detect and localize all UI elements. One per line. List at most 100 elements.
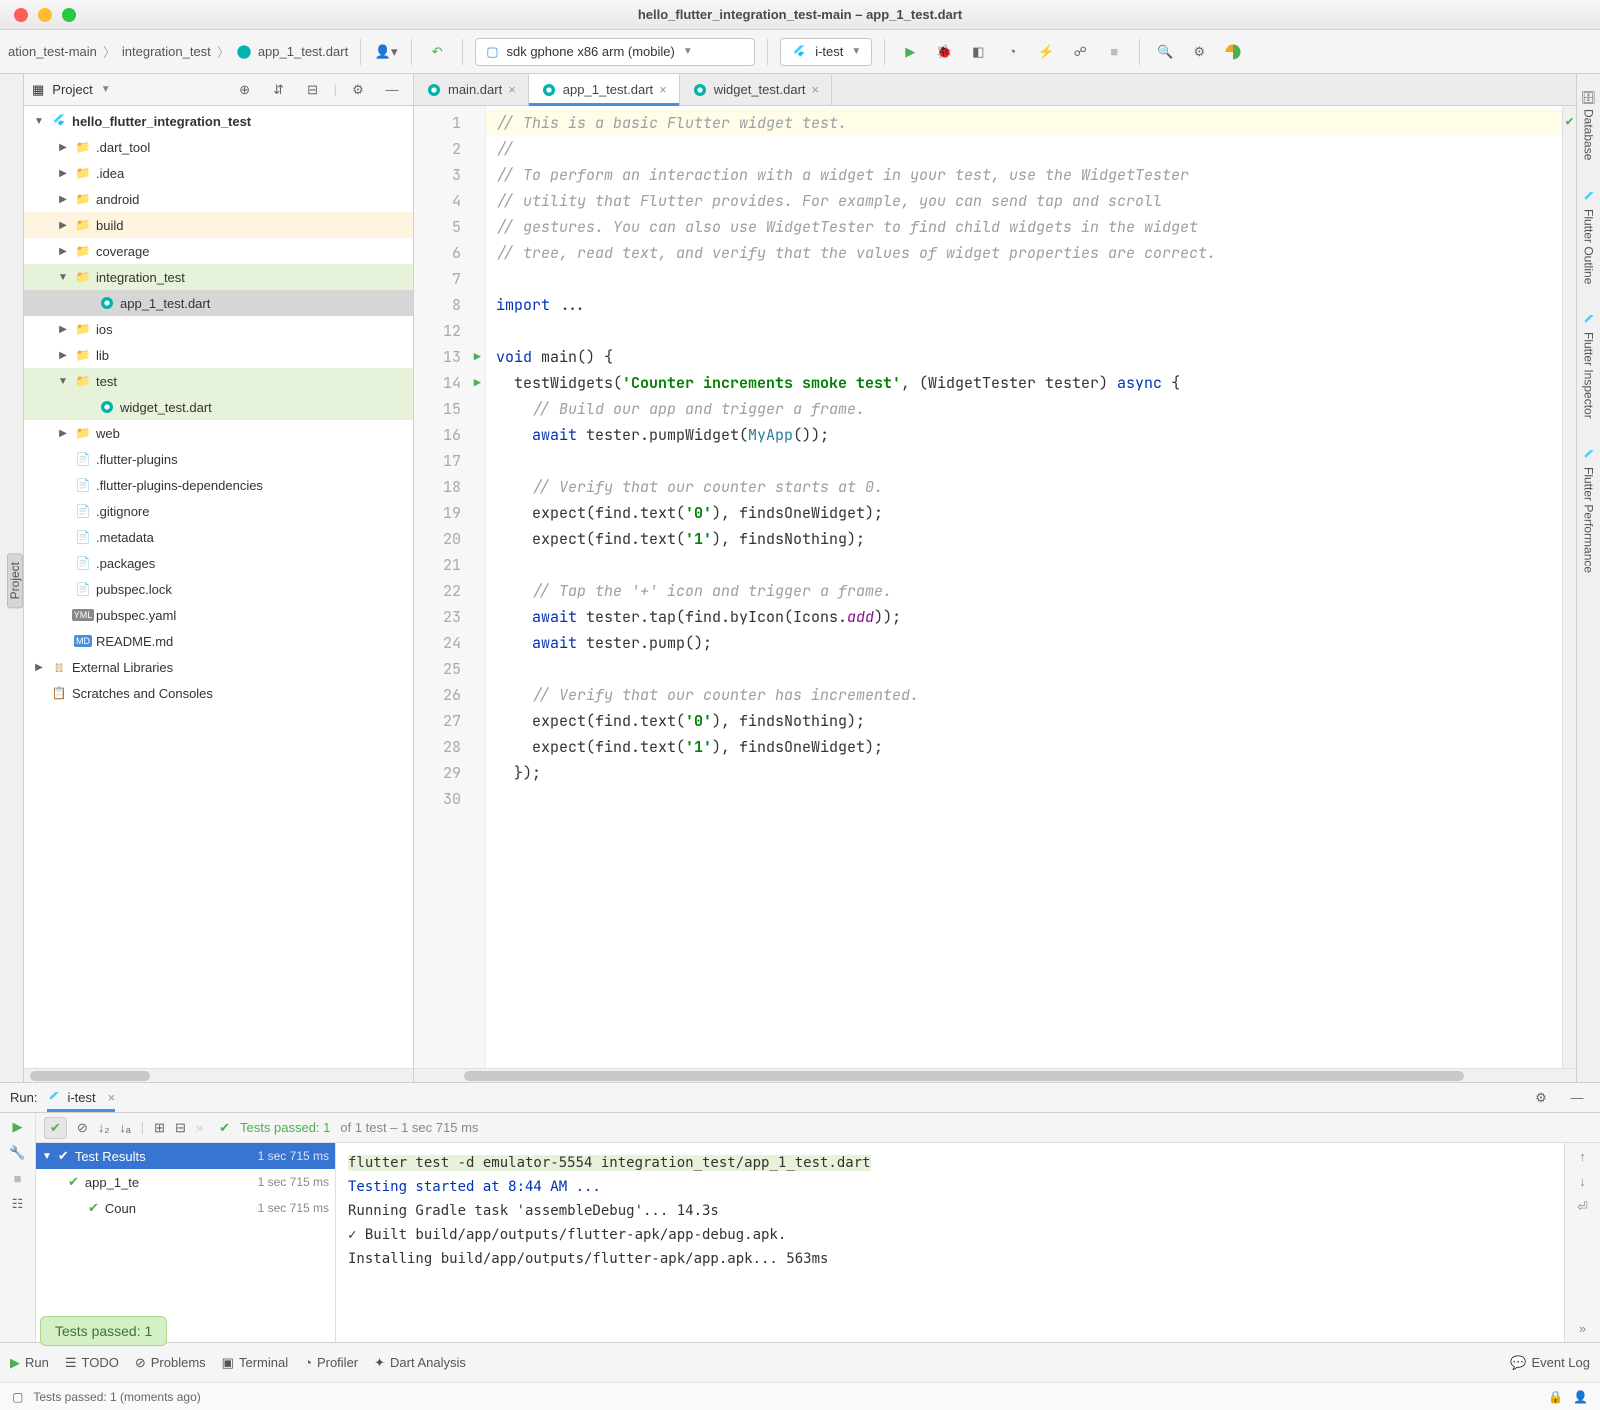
database-tool-tab[interactable]: 🗄Database	[1582, 82, 1596, 169]
tree-row[interactable]: MDREADME.md	[24, 628, 413, 654]
run-button[interactable]: ▶	[897, 39, 923, 65]
tree-row[interactable]: ▶📁coverage	[24, 238, 413, 264]
tree-row[interactable]: ▶📁build	[24, 212, 413, 238]
close-icon[interactable]: ×	[812, 82, 820, 97]
gear-icon[interactable]: ⚙	[1528, 1085, 1554, 1111]
tree-row[interactable]: 📄.metadata	[24, 524, 413, 550]
tree-row[interactable]: ▼📁integration_test	[24, 264, 413, 290]
expand-icon[interactable]: ▶	[56, 220, 70, 231]
tree-row[interactable]: ▶📁.idea	[24, 160, 413, 186]
error-stripe[interactable]: ✔	[1562, 106, 1576, 1068]
project-tree[interactable]: ▼hello_flutter_integration_test▶📁.dart_t…	[24, 106, 413, 1068]
profile-button[interactable]: ◔	[999, 39, 1025, 65]
sort-alpha-icon[interactable]: ↓ₐ	[119, 1120, 130, 1135]
run-console[interactable]: flutter test -d emulator-5554 integratio…	[336, 1143, 1564, 1342]
tree-row[interactable]: 📄.packages	[24, 550, 413, 576]
hide-icon[interactable]: —	[379, 77, 405, 103]
hot-reload-button[interactable]: ⚡	[1033, 39, 1059, 65]
tree-row[interactable]: app_1_test.dart	[24, 290, 413, 316]
expand-icon[interactable]: ▼	[56, 376, 70, 387]
windows-icon[interactable]: ▢	[12, 1390, 23, 1404]
editor[interactable]: 123456781213▶14▶151617181920212223242526…	[414, 106, 1576, 1068]
expand-icon[interactable]: ▶	[56, 142, 70, 153]
editor-tab[interactable]: widget_test.dart×	[680, 74, 832, 105]
test-result-row[interactable]: ✔app_1_te1 sec 715 ms	[36, 1169, 335, 1195]
problems-tool-tab[interactable]: ⊘Problems	[135, 1355, 206, 1371]
tree-row[interactable]: 📄.flutter-plugins	[24, 446, 413, 472]
breadcrumb[interactable]: ation_test-main〉 integration_test〉 app_1…	[8, 42, 348, 61]
rerun-button[interactable]: ▶	[13, 1119, 23, 1135]
tree-row[interactable]: ▶📁.dart_tool	[24, 134, 413, 160]
code-area[interactable]: // This is a basic Flutter widget test./…	[486, 106, 1562, 1068]
collapse-icon[interactable]: ⊟	[300, 77, 326, 103]
breadcrumb-item[interactable]: integration_test	[122, 44, 211, 59]
event-log-tab[interactable]: 💬Event Log	[1510, 1355, 1590, 1371]
close-icon[interactable]: ×	[659, 82, 667, 97]
breadcrumb-item[interactable]: app_1_test.dart	[258, 44, 348, 59]
tree-row[interactable]: 📄.flutter-plugins-dependencies	[24, 472, 413, 498]
terminal-tool-tab[interactable]: ▣Terminal	[222, 1355, 288, 1371]
colored-icon[interactable]	[1220, 39, 1246, 65]
test-result-row[interactable]: ✔Coun1 sec 715 ms	[36, 1195, 335, 1221]
inspections-icon[interactable]: 👤	[1573, 1390, 1588, 1404]
up-icon[interactable]: ↑	[1579, 1149, 1586, 1164]
expand-icon[interactable]: ▶	[56, 246, 70, 257]
expand-icon[interactable]: ▶	[56, 350, 70, 361]
target-icon[interactable]: ⊕	[232, 77, 258, 103]
tree-row[interactable]: ▶⫾⫾External Libraries	[24, 654, 413, 680]
breadcrumb-item[interactable]: ation_test-main	[8, 44, 97, 59]
sort-icon[interactable]: ↓₂	[98, 1120, 110, 1135]
stop-button[interactable]: ■	[1101, 39, 1127, 65]
run-tool-tab[interactable]: ▶Run	[10, 1355, 49, 1371]
run-config-selector[interactable]: i-test ▼	[780, 38, 872, 66]
editor-h-scrollbar[interactable]	[414, 1068, 1576, 1082]
attach-button[interactable]: ☍	[1067, 39, 1093, 65]
tree-row[interactable]: 📋Scratches and Consoles	[24, 680, 413, 706]
gear-icon[interactable]: ⚙	[345, 77, 371, 103]
test-result-row[interactable]: ▼✔Test Results1 sec 715 ms	[36, 1143, 335, 1169]
close-icon[interactable]: ×	[508, 82, 516, 97]
h-scrollbar[interactable]	[24, 1068, 413, 1082]
gear-icon[interactable]: ⚙	[1186, 39, 1212, 65]
tree-row[interactable]: ▼📁test	[24, 368, 413, 394]
expand-icon[interactable]: ▼	[32, 116, 46, 127]
lock-icon[interactable]: 🔒	[1548, 1390, 1563, 1404]
tree-row[interactable]: ▶📁android	[24, 186, 413, 212]
wrench-icon[interactable]: 🔧	[9, 1145, 25, 1161]
tree-row[interactable]: 📄.gitignore	[24, 498, 413, 524]
tree-row[interactable]: ▶📁web	[24, 420, 413, 446]
flutter-performance-tool-tab[interactable]: Flutter Performance	[1582, 441, 1596, 581]
tree-row[interactable]: ▼hello_flutter_integration_test	[24, 108, 413, 134]
wrap-icon[interactable]: ⏎	[1577, 1199, 1588, 1215]
expand-icon[interactable]: ▶	[56, 168, 70, 179]
device-selector[interactable]: ▢ sdk gphone x86 arm (mobile) ▼	[475, 38, 755, 66]
collapse-all-icon[interactable]: ⊟	[175, 1120, 186, 1136]
expand-icon[interactable]: ▶	[56, 428, 70, 439]
fail-filter-icon[interactable]: ⊘	[77, 1120, 88, 1136]
expand-icon[interactable]: ▼	[56, 272, 70, 283]
debug-button[interactable]: 🐞	[931, 39, 957, 65]
pass-filter-icon[interactable]: ✔	[44, 1117, 67, 1139]
user-icon[interactable]: 👤▾	[373, 39, 399, 65]
expand-icon[interactable]: ⇵	[266, 77, 292, 103]
tree-row[interactable]: 📄pubspec.lock	[24, 576, 413, 602]
test-results-tree[interactable]: ▼✔Test Results1 sec 715 ms✔app_1_te1 sec…	[36, 1143, 336, 1342]
editor-tab[interactable]: main.dart×	[414, 74, 529, 105]
layout-icon[interactable]: ☷	[12, 1196, 24, 1212]
expand-icon[interactable]: ▶	[56, 324, 70, 335]
back-icon[interactable]: ↶	[424, 39, 450, 65]
project-tool-tab[interactable]: Project	[7, 553, 23, 608]
more-icon[interactable]: »	[1579, 1321, 1586, 1336]
down-icon[interactable]: ↓	[1579, 1174, 1586, 1189]
tree-row[interactable]: YMLpubspec.yaml	[24, 602, 413, 628]
dart-analysis-tool-tab[interactable]: ✦Dart Analysis	[374, 1355, 466, 1371]
todo-tool-tab[interactable]: ☰TODO	[65, 1355, 119, 1371]
flutter-outline-tool-tab[interactable]: Flutter Outline	[1582, 183, 1596, 292]
expand-icon[interactable]: ▶	[32, 662, 46, 673]
run-gutter-icon[interactable]: ▶	[474, 344, 481, 370]
expand-icon[interactable]: ▶	[56, 194, 70, 205]
expand-all-icon[interactable]: ⊞	[154, 1120, 165, 1136]
profiler-tool-tab[interactable]: ◔Profiler	[304, 1355, 358, 1370]
coverage-button[interactable]: ◧	[965, 39, 991, 65]
flutter-inspector-tool-tab[interactable]: Flutter Inspector	[1582, 306, 1596, 427]
